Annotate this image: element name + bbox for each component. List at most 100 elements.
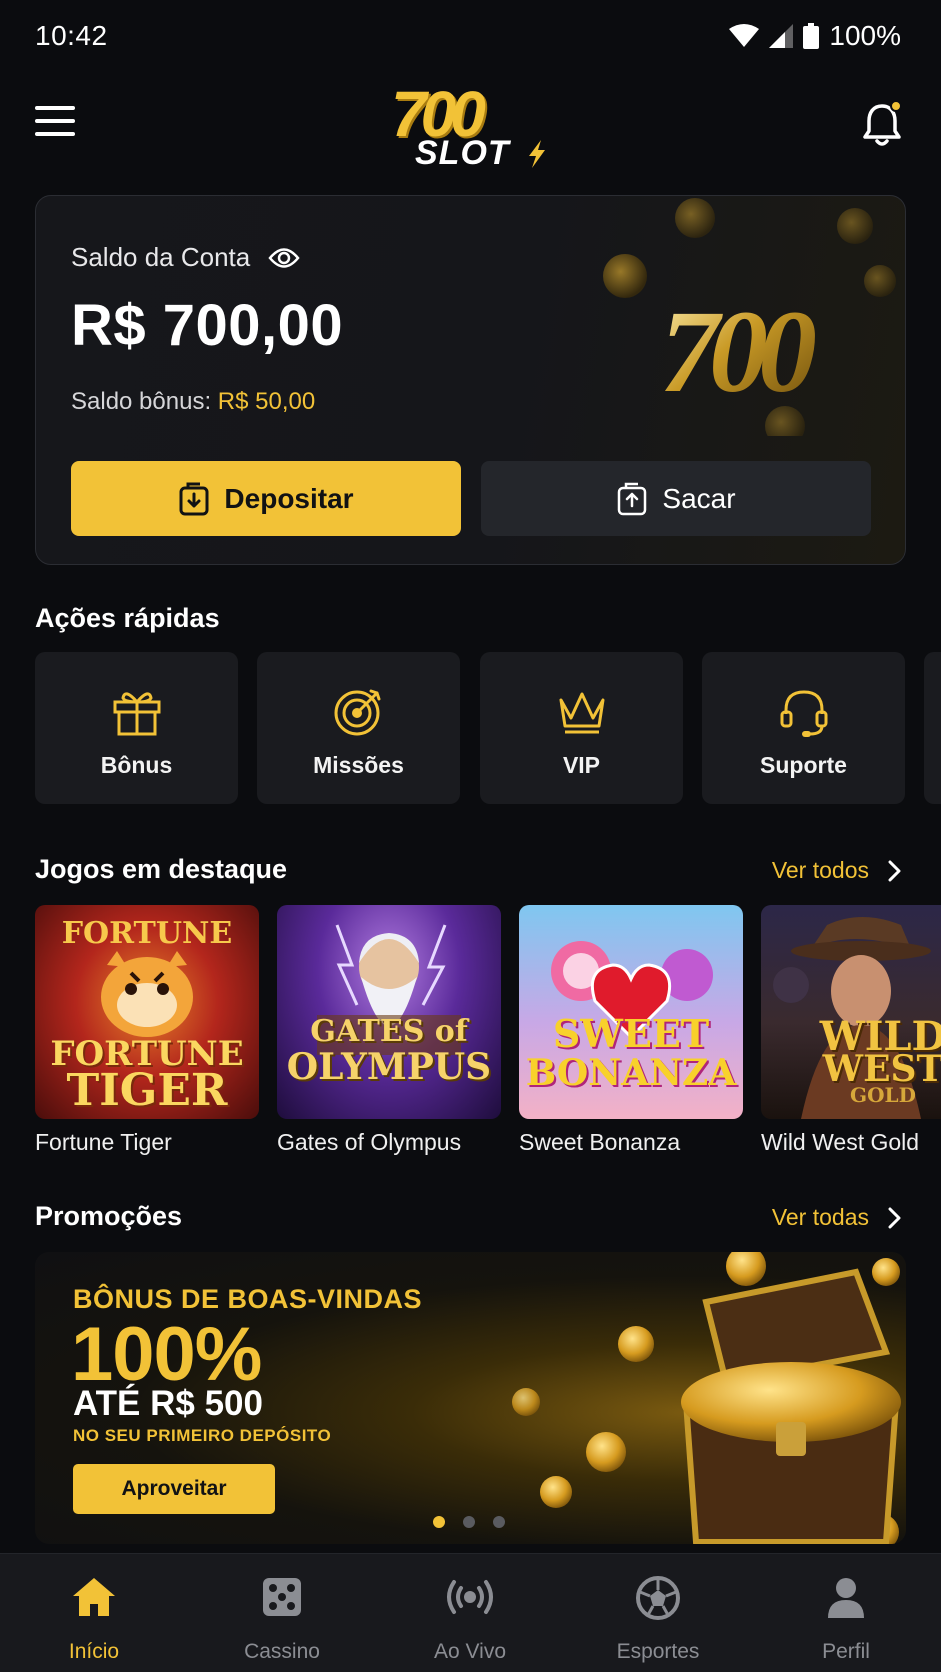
quick-action-support[interactable]: Suporte [702, 652, 905, 804]
crown-icon [559, 692, 604, 734]
promo-claim-button[interactable]: Aproveitar [73, 1464, 275, 1514]
nav-label: Cassino [244, 1640, 320, 1663]
game-card-gates-of-olympus[interactable]: GATES of OLYMPUS Gates of Olympus [277, 905, 501, 1155]
target-icon [334, 689, 380, 736]
carousel-dot[interactable] [433, 1516, 445, 1528]
carousel-dot[interactable] [493, 1516, 505, 1528]
nav-item-casino[interactable]: Cassino [188, 1554, 376, 1672]
card-art-text: 700 [660, 286, 815, 417]
gift-icon [113, 692, 160, 736]
promo-note: NO SEU PRIMEIRO DEPÓSITO [73, 1426, 332, 1445]
promo-kicker: BÔNUS DE BOAS-VINDAS [73, 1284, 423, 1314]
game-art-title: GATES of [310, 1014, 468, 1049]
quick-action-label: Missões [313, 752, 404, 778]
cell-signal-icon [769, 24, 794, 48]
quick-action-vip[interactable]: VIP [480, 652, 683, 804]
promotions-title: Promoções [35, 1201, 183, 1231]
deposit-button[interactable]: Depositar [71, 461, 461, 536]
quick-actions-row: Bônus Missões VIP Suporte [35, 652, 941, 806]
home-icon [73, 1578, 115, 1616]
promo-banner[interactable]: BÔNUS DE BOAS-VINDAS 100% ATÉ R$ 500 NO … [35, 1252, 906, 1544]
logo-word: SLOT [415, 134, 510, 172]
quick-action-missions[interactable]: Missões [257, 652, 460, 804]
app-header: 700 SLOT [0, 76, 941, 186]
game-art-title: TIGER [66, 1065, 228, 1116]
carousel-dots [433, 1516, 505, 1528]
game-name: Gates of Olympus [277, 1129, 462, 1155]
nav-item-sports[interactable]: Esportes [564, 1554, 752, 1672]
game-art-title: WEST [822, 1048, 941, 1090]
quick-actions-title: Ações rápidas [35, 603, 220, 633]
game-name: Fortune Tiger [35, 1129, 172, 1155]
nav-label: Perfil [822, 1640, 870, 1663]
bonus-balance: Saldo bônus: R$ 50,00 [71, 388, 315, 416]
menu-button[interactable] [35, 106, 75, 142]
withdraw-button[interactable]: Sacar [481, 461, 871, 536]
nav-item-home[interactable]: Início [0, 1554, 188, 1672]
promotions-see-all-link[interactable]: Ver todas [772, 1204, 901, 1231]
bottom-nav: Início Cassino Ao Vivo Esportes Perfil [0, 1553, 941, 1672]
logo-bolt-icon [529, 140, 545, 168]
game-art-title: FORTUNE [61, 916, 233, 951]
status-time: 10:42 [35, 20, 108, 51]
see-all-label: Ver todos [771, 857, 869, 883]
quick-action-more[interactable] [924, 652, 941, 804]
deposit-icon [179, 482, 209, 515]
nav-item-live[interactable]: Ao Vivo [376, 1554, 564, 1672]
game-thumbnail: FORTUNE FORTUNE TIGER [35, 905, 259, 1119]
balance-card: 700 Saldo da Conta R$ 700,00 Saldo bônus… [35, 195, 906, 565]
chevron-right-icon [888, 860, 901, 881]
bonus-value: R$ 50,00 [217, 388, 316, 415]
status-bar: 10:42 100% [0, 0, 941, 76]
quick-action-bonus[interactable]: Bônus [35, 652, 238, 804]
featured-games-row: FORTUNE FORTUNE TIGER Fortune Tiger GATE… [35, 905, 941, 1155]
games-see-all-link[interactable]: Ver todos [772, 857, 901, 884]
carousel-dot[interactable] [463, 1516, 475, 1528]
game-card-wild-west-gold[interactable]: WILD WEST GOLD Wild West Gold [761, 905, 941, 1155]
nav-label: Ao Vivo [434, 1640, 506, 1663]
game-art-title: SWEET [552, 1011, 710, 1056]
quick-action-label: Suporte [760, 752, 847, 778]
headset-icon [780, 690, 827, 737]
wifi-icon [729, 24, 760, 47]
withdraw-label: Sacar [662, 482, 736, 514]
game-art-title: GOLD [850, 1083, 916, 1107]
battery-percent: 100% [829, 20, 901, 51]
balance-label: Saldo da Conta [71, 242, 251, 272]
game-thumbnail: GATES of OLYMPUS [277, 905, 501, 1119]
deposit-label: Depositar [224, 482, 354, 514]
eye-icon [268, 247, 300, 268]
notification-button[interactable] [860, 100, 904, 148]
quick-action-label: VIP [562, 752, 601, 778]
game-name: Sweet Bonanza [519, 1129, 681, 1155]
game-card-sweet-bonanza[interactable]: SWEET BONANZA Sweet Bonanza [519, 905, 743, 1155]
game-name: Wild West Gold [761, 1129, 920, 1155]
soccer-ball-icon [636, 1576, 680, 1620]
status-icons: 100% [729, 20, 901, 52]
game-art-title: OLYMPUS [286, 1046, 492, 1088]
promo-amount: ATÉ R$ 500 [73, 1384, 263, 1423]
live-broadcast-icon [447, 1580, 493, 1614]
hamburger-icon [35, 106, 75, 110]
game-art-title: BONANZA [525, 1052, 737, 1094]
bonus-label: Saldo bônus: [71, 388, 212, 415]
game-thumbnail: WILD WEST GOLD [761, 905, 941, 1119]
battery-icon [803, 23, 820, 49]
toggle-visibility-button[interactable] [268, 247, 300, 269]
game-thumbnail: SWEET BONANZA [519, 905, 743, 1119]
quick-action-label: Bônus [100, 752, 173, 778]
game-card-fortune-tiger[interactable]: FORTUNE FORTUNE TIGER Fortune Tiger [35, 905, 259, 1155]
featured-games-title: Jogos em destaque [35, 854, 288, 884]
logo[interactable]: 700 SLOT [385, 82, 555, 174]
see-all-label: Ver todas [771, 1204, 869, 1230]
nav-item-profile[interactable]: Perfil [752, 1554, 940, 1672]
treasure-chest-art [512, 1252, 901, 1544]
nav-label: Esportes [616, 1640, 700, 1663]
nav-label: Início [68, 1640, 120, 1663]
card-700-art: 700 [603, 198, 896, 436]
user-icon [828, 1578, 864, 1618]
withdraw-icon [618, 482, 647, 515]
notification-dot [890, 100, 902, 112]
balance-value: R$ 700,00 [71, 293, 344, 358]
balance-label-row: Saldo da Conta [71, 242, 300, 273]
